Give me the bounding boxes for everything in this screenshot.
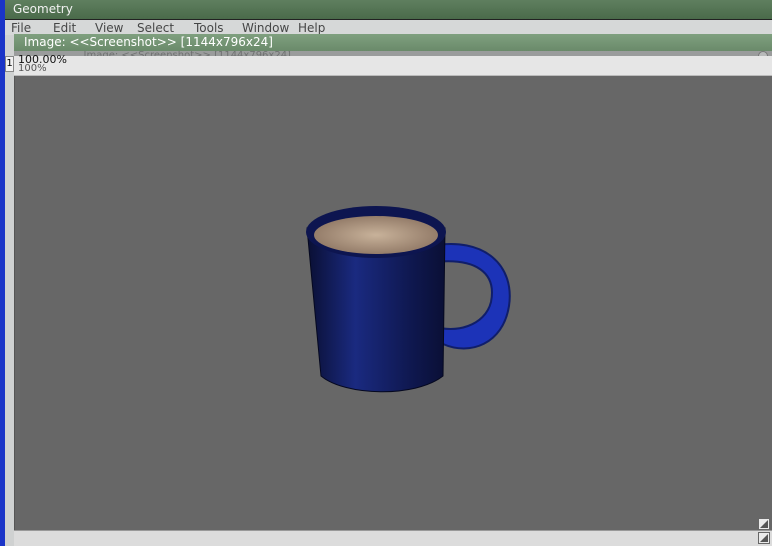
menu-edit[interactable]: Edit: [53, 21, 76, 35]
image-window-title[interactable]: Image: <<Screenshot>> [1144x796x24]: [14, 34, 772, 51]
zoom-strip: [14, 56, 772, 76]
menu-file[interactable]: File: [11, 21, 31, 35]
menu-bar: File Edit View Select Tools Window Help: [5, 19, 772, 35]
window-title: Geometry: [5, 0, 772, 19]
render-viewport[interactable]: [14, 76, 772, 530]
resize-corner-icon[interactable]: [758, 532, 770, 544]
menu-select[interactable]: Select: [137, 21, 174, 35]
desktop-left-panel: [5, 0, 14, 546]
menu-window[interactable]: Window: [242, 21, 289, 35]
side-tab[interactable]: 1: [5, 56, 14, 72]
menu-help[interactable]: Help: [298, 21, 325, 35]
mug-render: [306, 206, 511, 393]
zoom-level-ghost: 100%: [18, 63, 47, 74]
status-bar: [14, 530, 772, 546]
menu-view[interactable]: View: [95, 21, 123, 35]
mug-coffee: [314, 216, 438, 254]
resize-corner-icon[interactable]: [758, 518, 770, 530]
menu-tools[interactable]: Tools: [194, 21, 224, 35]
